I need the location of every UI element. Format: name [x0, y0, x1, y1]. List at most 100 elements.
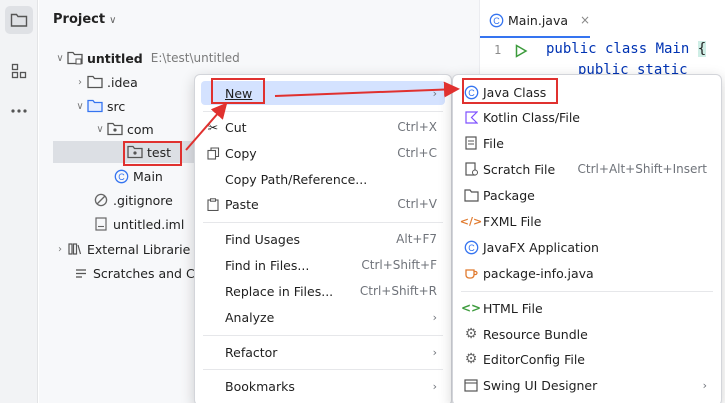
tree-external-label: External Librarie [87, 241, 191, 257]
project-tool-button[interactable] [5, 6, 33, 34]
menu-item-analyze[interactable]: Analyze › [201, 305, 445, 329]
menu-item-copy-path[interactable]: Copy Path/Reference... [201, 167, 445, 191]
chevron-right-icon: › [702, 378, 707, 392]
html-icon: <> [460, 301, 482, 315]
menu-item-kotlin[interactable]: Kotlin Class/File [459, 105, 715, 129]
folder-icon [10, 13, 28, 27]
more-tools-button[interactable] [5, 97, 33, 125]
tree-test-label: test [147, 144, 172, 160]
tree-gitignore-label: .gitignore [113, 192, 173, 208]
file-icon [93, 217, 109, 231]
menu-item-java-class[interactable]: C Java Class [459, 80, 715, 104]
menu-item-find-usages[interactable]: Find Usages Alt+F7 [201, 227, 445, 251]
menu-item-find-in-files[interactable]: Find in Files... Ctrl+Shift+F [201, 253, 445, 277]
java-class-icon: C [488, 13, 504, 27]
scratches-icon [73, 266, 89, 280]
menu-item-refactor-label: Refactor [225, 344, 278, 360]
tree-item-gitignore[interactable]: .gitignore [93, 189, 173, 211]
menu-item-file[interactable]: File [459, 131, 715, 155]
close-icon[interactable]: × [580, 13, 590, 27]
menu-item-find-in-files-shortcut: Ctrl+Shift+F [361, 258, 437, 272]
svg-text:C: C [468, 87, 475, 97]
svg-text:C: C [468, 242, 475, 252]
tree-item-iml[interactable]: untitled.iml [93, 213, 184, 235]
menu-item-paste-label: Paste [225, 196, 259, 212]
new-submenu: C Java Class Kotlin Class/File File Scra… [452, 74, 722, 403]
menu-item-find-usages-label: Find Usages [225, 231, 301, 247]
svg-text:C: C [118, 171, 125, 181]
structure-icon [11, 63, 27, 79]
chevron-down-icon: ∨ [76, 100, 84, 112]
menu-item-scratch[interactable]: Scratch File Ctrl+Alt+Shift+Insert [459, 157, 715, 181]
folder-icon [87, 75, 103, 89]
menu-item-cut-shortcut: Ctrl+X [397, 120, 437, 134]
gear-icon: ⚙ [464, 351, 478, 367]
menu-item-swing[interactable]: Swing UI Designer › [459, 373, 715, 397]
java-class-icon: C [463, 239, 479, 255]
tree-item-test[interactable]: test [53, 141, 195, 163]
window-icon [463, 377, 479, 393]
library-icon [67, 242, 83, 256]
menu-item-resource-bundle[interactable]: ⚙ Resource Bundle [459, 322, 715, 346]
tree-item-com[interactable]: ∨ com [93, 118, 154, 140]
tree-item-root[interactable]: ∨ untitled E:\test\untitled [53, 47, 240, 69]
ignore-file-icon [93, 193, 109, 207]
structure-tool-button[interactable] [5, 57, 33, 85]
panel-title[interactable]: Project ∨ [53, 12, 116, 27]
tool-strip [0, 0, 38, 403]
menu-separator [203, 111, 443, 112]
menu-separator [203, 222, 443, 223]
chevron-down-icon: ∨ [96, 123, 104, 135]
kotlin-icon [463, 109, 479, 125]
context-menu: New › ✂ Cut Ctrl+X Copy Ctrl+C Copy Path… [194, 74, 452, 403]
tree-main-label: Main [133, 168, 163, 184]
tree-item-scratches[interactable]: Scratches and Co [73, 262, 202, 284]
tree-root-path: E:\test\untitled [150, 51, 240, 65]
panel-title-label: Project [53, 12, 106, 27]
menu-item-editorconfig[interactable]: ⚙ EditorConfig File [459, 347, 715, 371]
editor-tab-label: Main.java [508, 12, 569, 28]
package-icon [107, 122, 123, 136]
chevron-right-icon: › [432, 345, 437, 359]
editor-tab-main[interactable]: C Main.java × [488, 8, 590, 32]
chevron-down-icon: ∨ [56, 52, 64, 64]
tree-idea-label: .idea [107, 74, 138, 90]
java-class-icon: C [463, 84, 479, 100]
menu-item-copy-shortcut: Ctrl+C [397, 146, 437, 160]
menu-item-replace-in-files[interactable]: Replace in Files... Ctrl+Shift+R [201, 279, 445, 303]
menu-item-bookmarks-label: Bookmarks [225, 378, 295, 394]
menu-item-scratch-shortcut: Ctrl+Alt+Shift+Insert [577, 162, 707, 176]
tree-item-idea[interactable]: › .idea [73, 71, 138, 93]
menu-item-fxml-label: FXML File [483, 213, 542, 229]
menu-item-fxml[interactable]: </> FXML File [459, 209, 715, 233]
menu-separator [203, 369, 443, 370]
menu-item-paste[interactable]: Paste Ctrl+V [201, 192, 445, 216]
menu-item-new[interactable]: New › [201, 81, 445, 105]
line-number: 1 [494, 43, 502, 57]
menu-item-bookmarks[interactable]: Bookmarks › [201, 374, 445, 398]
tree-root-label: untitled [87, 50, 143, 66]
tree-item-src[interactable]: ∨ src [73, 95, 125, 117]
menu-item-find-usages-shortcut: Alt+F7 [396, 232, 437, 246]
menu-item-cut[interactable]: ✂ Cut Ctrl+X [201, 115, 445, 139]
chevron-right-icon: › [58, 243, 62, 255]
menu-item-package-info[interactable]: package-info.java [459, 261, 715, 285]
tree-item-external-libraries[interactable]: › External Librarie [53, 238, 190, 260]
code-tag-icon: </> [459, 214, 483, 228]
menu-item-package-label: Package [483, 187, 535, 203]
code-line-1[interactable]: public class Main { [546, 41, 707, 57]
menu-item-editorconfig-label: EditorConfig File [483, 351, 585, 367]
tree-scratches-label: Scratches and Co [93, 265, 203, 281]
menu-item-copy[interactable]: Copy Ctrl+C [201, 141, 445, 165]
tree-item-main[interactable]: C Main [113, 165, 163, 187]
tree-com-label: com [127, 121, 154, 137]
menu-item-javafx[interactable]: C JavaFX Application [459, 235, 715, 259]
menu-item-resource-bundle-label: Resource Bundle [483, 326, 588, 342]
menu-item-refactor[interactable]: Refactor › [201, 340, 445, 364]
run-icon[interactable] [514, 44, 528, 58]
code-line-1-text: public class Main [546, 41, 698, 57]
chevron-right-icon: › [432, 310, 437, 324]
source-folder-icon [87, 99, 103, 113]
menu-item-html[interactable]: <> HTML File [459, 296, 715, 320]
menu-item-package[interactable]: Package [459, 183, 715, 207]
